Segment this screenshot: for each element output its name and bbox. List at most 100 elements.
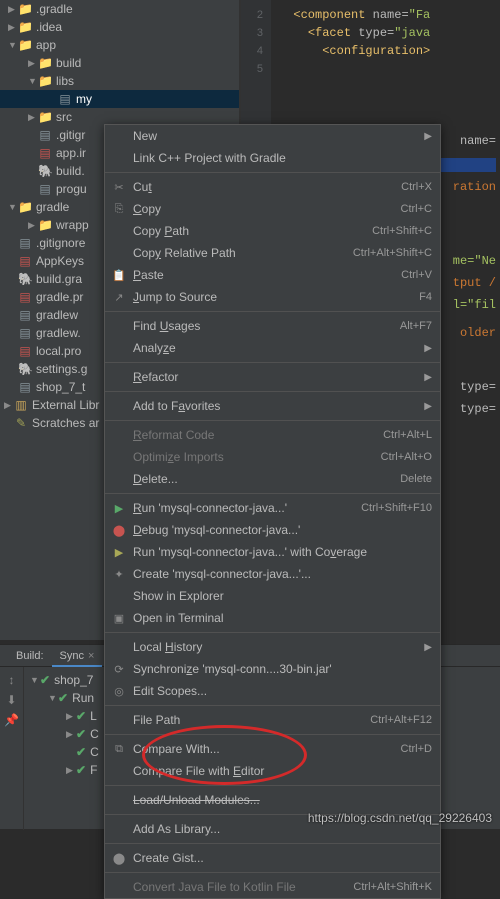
menu-item-edit-scopes[interactable]: ◎ Edit Scopes... [105,680,440,702]
submenu-indicator-icon: ▶ [424,343,432,354]
build-toolbar-button[interactable]: 📌 [0,713,23,733]
tree-item-label: build. [56,162,85,180]
tree-item-app[interactable]: ▼📁app [0,36,239,54]
menu-item-find-usages[interactable]: Find UsagesAlt+F7 [105,315,440,337]
editor-code[interactable]: <component name="Fa <facet type="java <c… [279,6,430,60]
menu-item-label: Create 'mysql-connector-java...'... [133,567,432,581]
build-toolbar[interactable]: ↕⬇📌 [0,667,24,830]
menu-item-load-unload-modules[interactable]: Load/Unload Modules... [105,789,440,811]
menu-item-copy-path[interactable]: Copy PathCtrl+Shift+C [105,220,440,242]
check-icon: ✔ [76,743,86,761]
tree-item-label: shop_7_t [36,378,85,396]
build-toolbar-button[interactable]: ⬇ [0,693,23,713]
menu-item-label: Link C++ Project with Gradle [133,151,432,165]
menu-item-copy-relative-path[interactable]: Copy Relative PathCtrl+Alt+Shift+C [105,242,440,264]
menu-separator [105,785,440,786]
tree-item-label: gradlew. [36,324,81,342]
tree-item-build[interactable]: ▶📁build [0,54,239,72]
check-icon: ✔ [76,761,86,779]
menu-separator [105,172,440,173]
file-icon: ▤ [18,324,32,342]
menu-item-add-to-favorites[interactable]: Add to Favorites▶ [105,395,440,417]
menu-item-label: Cut [133,180,393,194]
prop-icon: ▤ [38,144,52,162]
menu-shortcut: Ctrl+Alt+O [373,451,432,463]
menu-item-label: Convert Java File to Kotlin File [133,880,345,894]
file-icon: ▤ [38,180,52,198]
menu-item-link-c-project-with-gradle[interactable]: Link C++ Project with Gradle [105,147,440,169]
tree-item-label: gradle.pr [36,288,83,306]
menu-item-paste[interactable]: 📋PasteCtrl+V [105,264,440,286]
tree-item-label: .gitigr [56,126,85,144]
tree-item--idea[interactable]: ▶📁.idea [0,18,239,36]
menu-item-convert-java-file-to-kotlin-file: Convert Java File to Kotlin FileCtrl+Alt… [105,876,440,898]
menu-item-jump-to-source[interactable]: ↗Jump to SourceF4 [105,286,440,308]
close-icon[interactable]: × [88,650,94,662]
check-icon: ✔ [40,671,50,689]
folder-icon: 📁 [18,198,32,216]
menu-separator [105,420,440,421]
menu-item-analyze[interactable]: Analyze▶ [105,337,440,359]
menu-item-synchronize-mysql-conn-30-bin-jar[interactable]: ⟳Synchronize 'mysql-conn....30-bin.jar' [105,658,440,680]
menu-item-local-history[interactable]: Local History▶ [105,636,440,658]
menu-item-run-mysql-connector-java-with-coverage[interactable]: ▶Run 'mysql-connector-java...' with Cove… [105,541,440,563]
menu-item-new[interactable]: New▶ [105,125,440,147]
tree-item--gradle[interactable]: ▶📁.gradle [0,0,239,18]
menu-shortcut: Ctrl+X [393,181,432,193]
tree-item-libs[interactable]: ▼📁libs [0,72,239,90]
menu-item-copy[interactable]: ⎘ CopyCtrl+C [105,198,440,220]
menu-item-run-mysql-connector-java[interactable]: ▶Run 'mysql-connector-java...'Ctrl+Shift… [105,497,440,519]
menu-icon: ⬤ [111,852,127,865]
menu-separator [105,311,440,312]
menu-item-create-gist[interactable]: ⬤Create Gist... [105,847,440,869]
menu-item-show-in-explorer[interactable]: Show in Explorer [105,585,440,607]
menu-item-open-in-terminal[interactable]: ▣Open in Terminal [105,607,440,629]
build-tree-label: F [90,761,97,779]
file-icon: ▤ [58,90,72,108]
menu-item-label: Add to Favorites [133,399,424,413]
tree-item-my[interactable]: ▤my [0,90,239,108]
menu-item-refactor[interactable]: Refactor▶ [105,366,440,388]
build-tree-label: Run [72,689,94,707]
menu-separator [105,362,440,363]
tree-item-label: External Libr [32,396,99,414]
menu-item-debug-mysql-connector-java[interactable]: ⬤Debug 'mysql-connector-java...' [105,519,440,541]
tree-item-label: .gitignore [36,234,85,252]
gradle-icon: 🐘 [18,360,32,378]
menu-item-compare-with[interactable]: ⧉Compare With...Ctrl+D [105,738,440,760]
menu-item-label: Analyze [133,341,424,355]
menu-icon: ◎ [111,685,127,698]
gradle-icon: 🐘 [18,270,32,288]
menu-item-label: Show in Explorer [133,589,432,603]
file-icon: ▤ [18,306,32,324]
build-toolbar-button[interactable]: ↕ [0,673,23,693]
menu-shortcut: Ctrl+C [393,203,432,215]
menu-item-label: File Path [133,713,362,727]
menu-icon: ⎘ [111,203,127,216]
tree-item-label: progu [56,180,87,198]
menu-item-label: Paste [133,268,393,282]
menu-separator [105,493,440,494]
tree-item-label: app.ir [56,144,86,162]
menu-item-label: Run 'mysql-connector-java...' with Cover… [133,545,432,559]
check-icon: ✔ [58,689,68,707]
menu-item-delete[interactable]: Delete...Delete [105,468,440,490]
menu-item-label: Synchronize 'mysql-conn....30-bin.jar' [133,662,432,676]
menu-icon: ✦ [111,568,127,581]
build-tab-sync[interactable]: Sync× [52,645,103,667]
tree-item-label: wrapp [56,216,89,234]
menu-separator [105,632,440,633]
menu-item-file-path[interactable]: File PathCtrl+Alt+F12 [105,709,440,731]
menu-item-label: Copy [133,202,393,216]
check-icon: ✔ [76,725,86,743]
menu-item-label: Compare File with Editor [133,764,432,778]
menu-item-label: Edit Scopes... [133,684,432,698]
menu-separator [105,872,440,873]
menu-item-cut[interactable]: ✂CutCtrl+X [105,176,440,198]
submenu-indicator-icon: ▶ [424,372,432,383]
menu-item-label: Jump to Source [133,290,411,304]
menu-item-create-mysql-connector-java[interactable]: ✦ Create 'mysql-connector-java...'... [105,563,440,585]
tree-item-label: .gradle [36,0,73,18]
menu-shortcut: Ctrl+Shift+F10 [353,502,432,514]
menu-item-compare-file-with-editor[interactable]: Compare File with Editor [105,760,440,782]
